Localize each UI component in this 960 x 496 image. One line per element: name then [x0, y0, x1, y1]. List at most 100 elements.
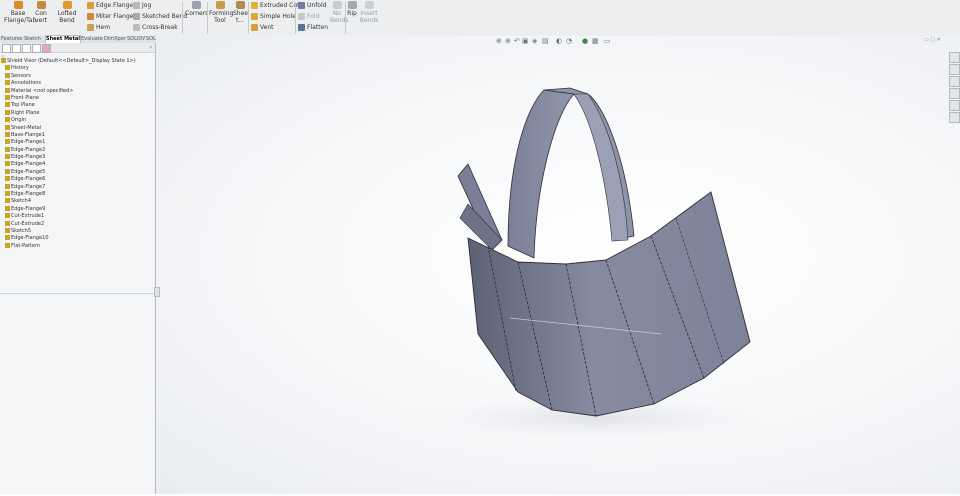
tree-node[interactable]: Edge-Flange3	[0, 154, 155, 161]
miter-flange-button[interactable]: Miter Flange	[87, 12, 133, 22]
solidworks-resources-icon[interactable]	[949, 52, 960, 63]
viewport-window-controls[interactable]: ▭ ▢ ✕	[924, 37, 941, 43]
unfold-button[interactable]: Unfold	[298, 1, 326, 11]
custom-properties-icon[interactable]	[949, 112, 960, 123]
tree-node[interactable]: Sketch5	[0, 227, 155, 235]
feature-icon	[5, 146, 10, 152]
hide-show-items-icon[interactable]: ◐	[556, 37, 562, 45]
feature-manager-tab-icon[interactable]	[2, 44, 11, 53]
fold-button[interactable]: Fold	[298, 12, 319, 22]
feature-icon	[5, 242, 10, 248]
view-palette-icon[interactable]	[949, 88, 960, 99]
simple-hole-icon	[251, 13, 258, 20]
tree-node[interactable]: Top Plane	[0, 102, 155, 109]
tree-node[interactable]: Flat-Pattern	[0, 242, 155, 250]
tree-node-label: Shield Visor (Default<<Default>_Display …	[7, 58, 136, 64]
display-style-icon[interactable]: ▤	[542, 37, 549, 45]
feature-icon	[1, 58, 6, 63]
view-settings-icon[interactable]: ▦	[592, 37, 599, 45]
tab-dimxpert[interactable]: DimXpert	[104, 36, 126, 43]
jog-button[interactable]: Jog	[133, 1, 151, 11]
sheet-gusset-button[interactable]: Shee t...	[233, 1, 248, 24]
tree-node[interactable]: Edge-Flange10	[0, 235, 155, 242]
extruded-cut-button[interactable]: Extruded Cut	[251, 1, 300, 11]
tree-node[interactable]: Sensors	[0, 72, 155, 80]
lofted-bend-button[interactable]: Lofted Bend	[50, 1, 84, 24]
edit-appearance-icon[interactable]: ◔	[566, 37, 572, 45]
hem-button[interactable]: Hem	[87, 23, 110, 33]
tree-node[interactable]: Edge-Flange8	[0, 191, 155, 198]
tree-node-label: Sheet-Metal	[11, 124, 42, 131]
tab-sketch[interactable]: Sketch	[24, 36, 44, 43]
configuration-manager-tab-icon[interactable]	[22, 44, 31, 53]
tree-node-label: Edge-Flange3	[11, 154, 46, 161]
tab-evaluate[interactable]: Evaluate	[81, 36, 103, 43]
panel-collapse-handle[interactable]	[154, 287, 160, 297]
tree-node[interactable]: Base-Flange1	[0, 131, 155, 139]
cross-break-button[interactable]: Cross-Break	[133, 23, 178, 33]
section-view-icon[interactable]: ▣	[522, 37, 529, 45]
sketched-bend-button[interactable]: Sketched Bend	[133, 12, 187, 22]
graphics-area[interactable]	[156, 36, 960, 494]
tree-node[interactable]: Shield Visor (Default<<Default>_Display …	[0, 58, 155, 65]
feature-icon	[5, 87, 10, 93]
insert-bends-icon	[364, 1, 374, 9]
dimxpert-tab-icon[interactable]	[32, 44, 41, 53]
part-model[interactable]	[156, 36, 960, 494]
ribbon-separator	[345, 2, 346, 34]
panel-tab-bar: ›	[0, 43, 155, 53]
tab-sheet-metal[interactable]: Sheet Metal	[45, 35, 81, 43]
display-manager-tab-icon[interactable]	[42, 44, 51, 53]
vent-button[interactable]: Vent	[251, 23, 274, 33]
no-bends-button[interactable]: No Bends	[330, 1, 349, 24]
tree-node-label: Cut-Extrude1	[11, 213, 45, 220]
simple-hole-button[interactable]: Simple Hole	[251, 12, 296, 22]
tree-node[interactable]: Edge-Flange5	[0, 168, 155, 176]
task-pane	[948, 52, 960, 132]
tree-node-label: Origin	[11, 117, 27, 124]
rip-button[interactable]: Rip	[347, 1, 357, 17]
unfold-icon	[298, 2, 305, 9]
tree-node[interactable]: Material <not specified>	[0, 87, 155, 95]
convert-to-sheet-metal-button[interactable]: Con vert	[34, 1, 48, 24]
file-explorer-icon[interactable]	[949, 76, 960, 87]
flatten-button[interactable]: Flatten	[298, 23, 328, 33]
tree-node[interactable]: Edge-Flange6	[0, 176, 155, 183]
tab-addins[interactable]: SOLIDWORKS Add-Ins	[127, 36, 145, 43]
view-orientation-icon[interactable]: ◈	[532, 37, 537, 45]
panel-expand-icon[interactable]: ›	[150, 44, 152, 51]
arch-strip-left	[507, 89, 575, 259]
appearances-icon[interactable]	[949, 100, 960, 111]
tree-node[interactable]: History	[0, 65, 155, 72]
feature-icon	[5, 117, 10, 123]
tree-node-label: Sketch5	[11, 227, 32, 234]
tree-node[interactable]: Cut-Extrude2	[0, 220, 155, 228]
display-pane-icon[interactable]: ▭	[604, 37, 611, 45]
edge-flange-button[interactable]: Edge Flange	[87, 1, 133, 11]
apply-scene-icon[interactable]: ●	[582, 37, 588, 45]
base-flange-button[interactable]: Base Flange/Tab	[4, 1, 36, 24]
tree-node[interactable]: Edge-Flange4	[0, 161, 155, 168]
tree-node-label: Sensors	[11, 72, 31, 79]
design-library-icon[interactable]	[949, 64, 960, 75]
zoom-to-fit-icon[interactable]: ⊕	[496, 37, 502, 45]
previous-view-icon[interactable]: ↶	[514, 37, 520, 45]
insert-bends-button[interactable]: Insert Bends	[359, 1, 379, 24]
tree-node[interactable]: Edge-Flange7	[0, 183, 155, 191]
tree-node[interactable]: Edge-Flange1	[0, 139, 155, 146]
tree-node[interactable]: Cut-Extrude1	[0, 213, 155, 220]
tree-node[interactable]: Edge-Flange2	[0, 146, 155, 154]
tree-node[interactable]: Right Plane	[0, 109, 155, 117]
tree-node[interactable]: Edge-Flange9	[0, 205, 155, 213]
tree-node[interactable]: Annotations	[0, 80, 155, 87]
tree-node[interactable]: Sheet-Metal	[0, 124, 155, 132]
corners-button[interactable]: Corners	[185, 1, 208, 17]
property-manager-tab-icon[interactable]	[12, 44, 21, 53]
forming-tool-button[interactable]: Forming Tool	[209, 1, 233, 24]
zoom-to-area-icon[interactable]: ⊕	[505, 37, 511, 45]
tree-node[interactable]: Front Plane	[0, 94, 155, 102]
tree-node[interactable]: Sketch4	[0, 198, 155, 205]
feature-icon	[5, 131, 10, 137]
tree-node[interactable]: Origin	[0, 117, 155, 124]
tab-features[interactable]: Features	[1, 36, 23, 43]
